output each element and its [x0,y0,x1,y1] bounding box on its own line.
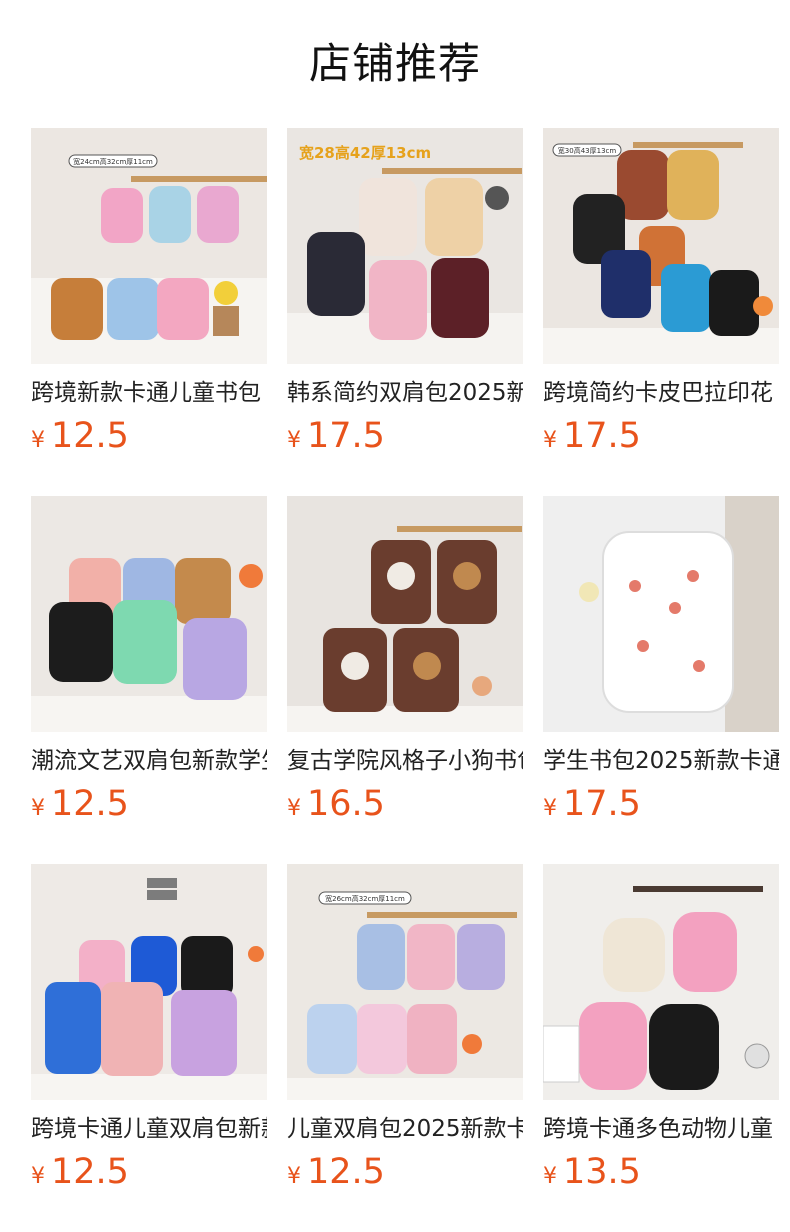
price-amount: 16.5 [307,784,385,824]
product-card[interactable]: 宽30高43厚13cm 跨境简约卡皮巴拉印花 ¥17.5 [543,128,779,458]
currency-symbol: ¥ [543,428,557,453]
currency-symbol: ¥ [543,1164,557,1189]
product-price: ¥17.5 [543,414,641,458]
product-image[interactable] [543,496,779,732]
product-image[interactable] [287,496,523,732]
product-name[interactable]: 儿童双肩包2025新款卡通 [287,1111,523,1147]
product-card[interactable]: 宽28高42厚13cm 韩系简约双肩包2025新款 ¥17.5 [287,128,523,458]
product-image[interactable] [31,864,267,1100]
product-name[interactable]: 韩系简约双肩包2025新款 [287,375,523,411]
product-price: ¥17.5 [287,414,385,458]
product-name[interactable]: 复古学院风格子小狗书包 [287,743,523,779]
price-amount: 12.5 [51,784,129,824]
product-card[interactable]: 跨境卡通儿童双肩包新款 ¥12.5 [31,864,267,1194]
product-card[interactable]: 学生书包2025新款卡通 ¥17.5 [543,496,779,826]
product-price: ¥17.5 [543,782,641,826]
price-amount: 12.5 [307,1152,385,1192]
product-price: ¥16.5 [287,782,385,826]
product-image[interactable]: 宽30高43厚13cm [543,128,779,364]
product-card[interactable]: 宽26cm高32cm厚11cm 儿童双肩包2025新款卡通 ¥12.5 [287,864,523,1194]
price-amount: 17.5 [563,416,641,456]
currency-symbol: ¥ [31,1164,45,1189]
product-image[interactable]: 宽24cm高32cm厚11cm [31,128,267,364]
image-caption: 宽24cm高32cm厚11cm [73,157,153,166]
currency-symbol: ¥ [543,796,557,821]
product-card[interactable]: 宽24cm高32cm厚11cm 跨境新款卡通儿童书包 ¥12.5 [31,128,267,458]
product-image[interactable]: 宽28高42厚13cm [287,128,523,364]
price-amount: 12.5 [51,1152,129,1192]
product-card[interactable]: 潮流文艺双肩包新款学生 ¥12.5 [31,496,267,826]
product-name[interactable]: 学生书包2025新款卡通 [543,743,779,779]
product-price: ¥13.5 [543,1150,641,1194]
product-price: ¥12.5 [31,782,129,826]
page-title: 店铺推荐 [308,39,481,88]
image-caption: 宽26cm高32cm厚11cm [325,894,405,903]
price-amount: 17.5 [307,416,385,456]
image-caption: 宽30高43厚13cm [558,146,617,155]
product-image[interactable] [31,496,267,732]
currency-symbol: ¥ [287,796,301,821]
product-name[interactable]: 跨境简约卡皮巴拉印花 [543,375,779,411]
product-name[interactable]: 跨境卡通儿童双肩包新款 [31,1111,267,1147]
currency-symbol: ¥ [287,428,301,453]
product-price: ¥12.5 [31,1150,129,1194]
currency-symbol: ¥ [287,1164,301,1189]
currency-symbol: ¥ [31,796,45,821]
product-card[interactable]: 复古学院风格子小狗书包 ¥16.5 [287,496,523,826]
product-price: ¥12.5 [31,414,129,458]
currency-symbol: ¥ [31,428,45,453]
product-name[interactable]: 潮流文艺双肩包新款学生 [31,743,267,779]
price-amount: 12.5 [51,416,129,456]
price-amount: 13.5 [563,1152,641,1192]
product-name[interactable]: 跨境新款卡通儿童书包 [31,375,267,411]
image-caption: 宽28高42厚13cm [298,144,431,162]
product-image[interactable]: 宽26cm高32cm厚11cm [287,864,523,1100]
product-card[interactable]: 跨境卡通多色动物儿童 ¥13.5 [543,864,779,1194]
price-amount: 17.5 [563,784,641,824]
product-price: ¥12.5 [287,1150,385,1194]
product-name[interactable]: 跨境卡通多色动物儿童 [543,1111,779,1147]
product-image[interactable] [543,864,779,1100]
